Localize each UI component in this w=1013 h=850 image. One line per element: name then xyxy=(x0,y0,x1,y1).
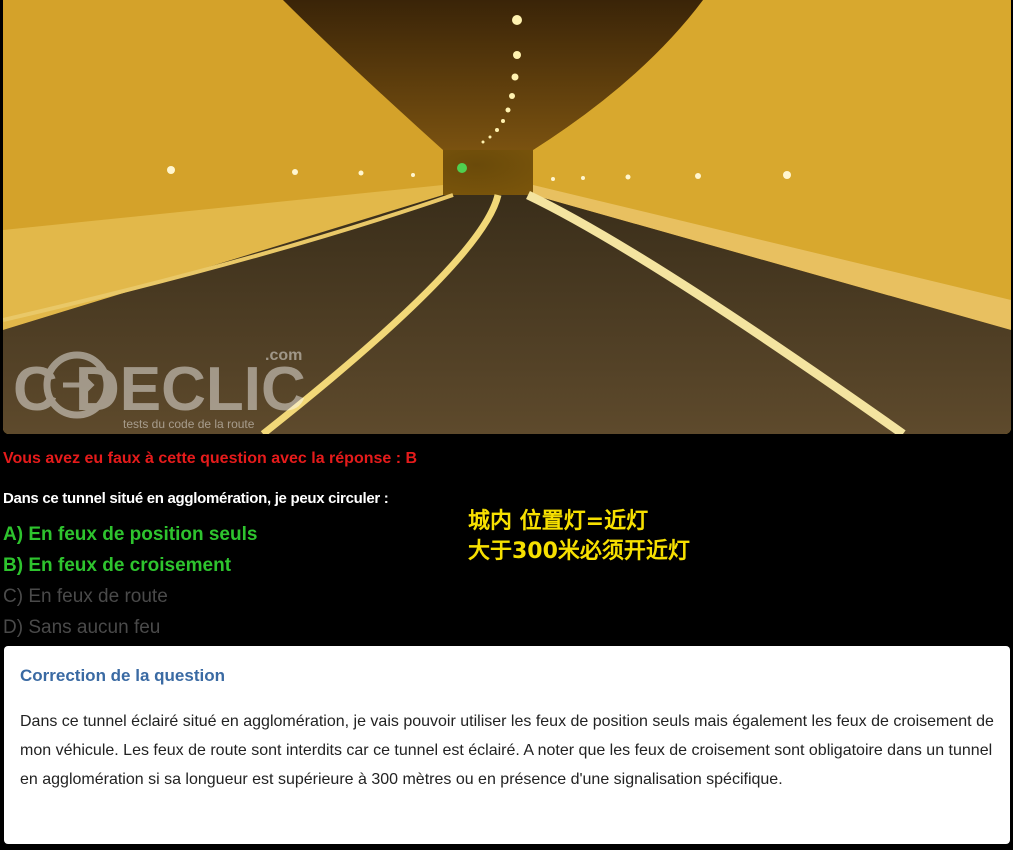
result-message: Vous avez eu faux à cette question avec … xyxy=(3,450,418,467)
correction-title: Correction de la question xyxy=(20,666,225,685)
answer-b[interactable]: B) En feux de croisement xyxy=(3,550,257,581)
question-text: Dans ce tunnel situé en agglomération, j… xyxy=(3,490,389,507)
correction-body: Dans ce tunnel éclairé situé en agglomér… xyxy=(20,713,994,788)
svg-text:tests du code de la route: tests du code de la route xyxy=(123,417,255,431)
answer-a[interactable]: A) En feux de position seuls xyxy=(3,519,257,550)
note-line-2: 大于300米必须开近灯 xyxy=(468,539,690,564)
handwritten-note: 城内 位置灯=近灯 大于300米必须开近灯 xyxy=(468,507,690,567)
answer-d[interactable]: D) Sans aucun feu xyxy=(3,612,257,643)
question-photo: C DECLIC .com tests du code de la route xyxy=(3,0,1011,434)
svg-text:.com: .com xyxy=(265,347,302,364)
answer-c[interactable]: C) En feux de route xyxy=(3,581,257,612)
tunnel-image: C DECLIC .com tests du code de la route xyxy=(3,0,1011,434)
answer-list: A) En feux de position seuls B) En feux … xyxy=(3,519,257,643)
note-line-1: 城内 位置灯=近灯 xyxy=(468,509,649,534)
svg-text:C DECLIC: C DECLIC xyxy=(13,355,306,424)
codeclic-watermark: C DECLIC .com tests du code de la route xyxy=(13,347,306,431)
correction-panel: Correction de la question Dans ce tunnel… xyxy=(4,646,1010,844)
